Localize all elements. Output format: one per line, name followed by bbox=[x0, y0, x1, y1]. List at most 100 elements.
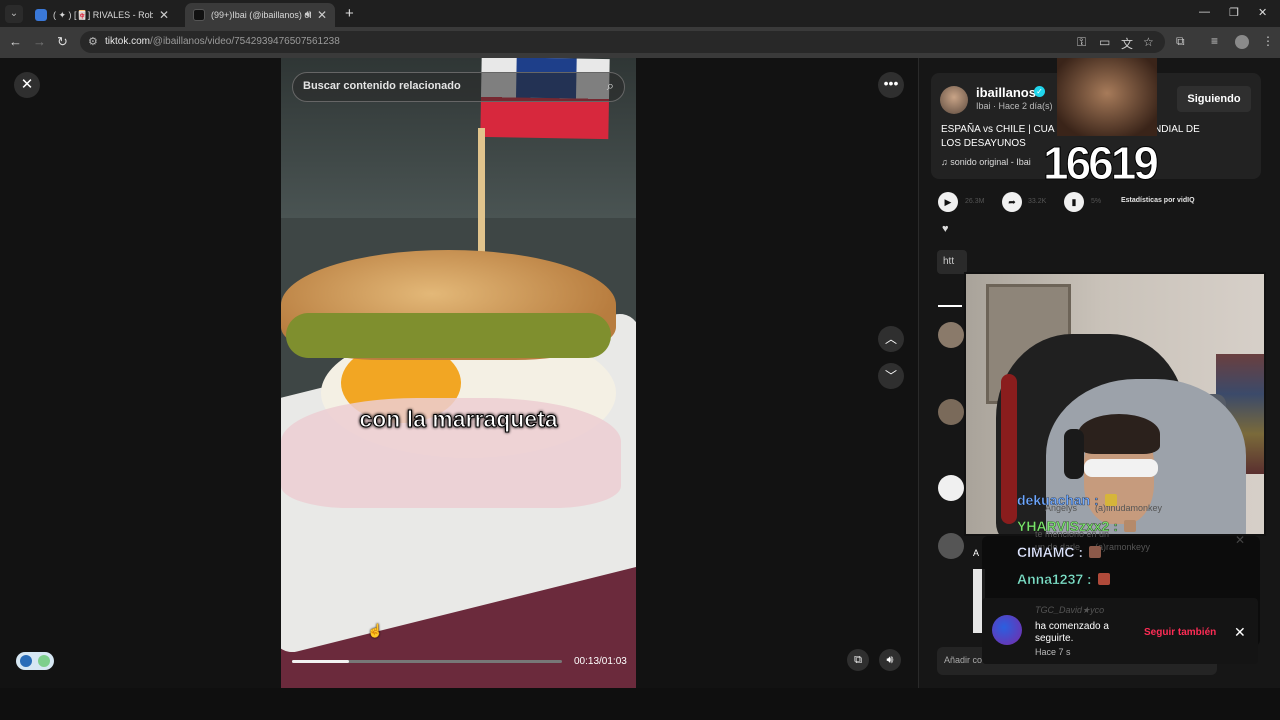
extension-badge[interactable] bbox=[16, 652, 54, 670]
bar-chart-icon[interactable]: ▮ bbox=[1064, 192, 1084, 212]
tiktok-favicon-icon bbox=[193, 9, 205, 21]
follow-back-button[interactable]: Seguir también bbox=[1144, 627, 1216, 638]
chat-message: CIMAMC : bbox=[1017, 544, 1101, 560]
minimize-icon[interactable]: — bbox=[1199, 6, 1210, 18]
tab-roblox[interactable]: ( ✦ ) [🀄] RIVALES - Roblox ✕ bbox=[27, 3, 177, 27]
ghost-close-icon: ✕ bbox=[1235, 533, 1246, 547]
search-input[interactable]: Buscar contenido relacionado bbox=[303, 80, 461, 92]
roblox-favicon-icon bbox=[35, 9, 47, 21]
close-icon[interactable]: ✕ bbox=[14, 72, 40, 98]
chair-stripe bbox=[1001, 374, 1017, 524]
more-options-icon[interactable]: ••• bbox=[878, 72, 904, 98]
window-close-icon[interactable]: ✕ bbox=[1258, 6, 1267, 19]
url-text[interactable]: tiktok.com/@ibaillanos/video/75429394765… bbox=[105, 36, 340, 47]
creator-username[interactable]: ibaillanos bbox=[976, 85, 1036, 100]
comment-author[interactable]: A bbox=[973, 548, 979, 558]
close-tab-icon[interactable]: ✕ bbox=[317, 8, 327, 22]
post-description-line1: ESPAÑA vs CHILE | CUA bbox=[941, 124, 1055, 135]
following-button[interactable]: Siguiendo bbox=[1177, 86, 1251, 112]
emote-icon bbox=[1089, 546, 1101, 558]
video-player[interactable]: con la marraqueta bbox=[281, 58, 636, 688]
close-tab-icon[interactable]: ✕ bbox=[159, 8, 169, 22]
avocado-layer bbox=[286, 313, 611, 358]
chat-username: CIMAMC bbox=[1017, 544, 1075, 560]
address-bar[interactable]: ⚙ tiktok.com/@ibaillanos/video/754293947… bbox=[80, 31, 1165, 53]
volume-icon[interactable]: 🔊︎ bbox=[879, 649, 901, 671]
tab-title: ( ✦ ) [🀄] RIVALES - Roblox bbox=[53, 9, 153, 20]
new-tab-button[interactable]: + bbox=[345, 5, 354, 22]
shares-count: 33.2K bbox=[1028, 198, 1047, 205]
add-comment-input[interactable]: Añadir co bbox=[944, 655, 982, 665]
translate-icon[interactable]: 文 bbox=[1121, 35, 1133, 52]
video-caption: con la marraqueta bbox=[359, 406, 558, 433]
chat-username: YHARVISzxx2 bbox=[1017, 518, 1110, 534]
heart-icon[interactable]: ♥ bbox=[942, 223, 949, 235]
notification-ghost-user: TGC_David★yco bbox=[1035, 605, 1105, 615]
plays-count: 26.3M bbox=[965, 198, 985, 205]
reading-list-icon[interactable]: ≡ bbox=[1211, 34, 1218, 48]
comment-avatar[interactable] bbox=[938, 322, 964, 348]
streamer-hair bbox=[1078, 414, 1160, 454]
chat-username: dekuachan bbox=[1017, 492, 1091, 508]
restore-icon[interactable]: ❐ bbox=[1229, 6, 1239, 19]
comment-avatar[interactable] bbox=[938, 399, 964, 425]
previous-video-chevron-up-icon[interactable]: ︿ bbox=[878, 326, 904, 352]
next-video-chevron-down-icon[interactable]: ﹀ bbox=[878, 363, 904, 389]
creator-subline: Ibai · Hace 2 día(s) bbox=[976, 101, 1053, 111]
stat-percent: 5% bbox=[1091, 198, 1102, 205]
toothpick bbox=[478, 128, 485, 268]
meme-face-overlay bbox=[1057, 58, 1157, 136]
progress-fill bbox=[292, 660, 349, 663]
comment-avatar[interactable] bbox=[938, 533, 964, 559]
emote-icon bbox=[1123, 520, 1136, 532]
notification-time: Hace 7 s bbox=[1035, 647, 1071, 657]
chat-message: Anna1237 : bbox=[1017, 571, 1110, 587]
stats-label: Estadísticas por vidIQ bbox=[1121, 197, 1195, 204]
menu-icon[interactable]: ⋮ bbox=[1262, 34, 1274, 48]
bookmark-star-icon[interactable]: ☆ bbox=[1143, 35, 1154, 49]
share-icon[interactable]: ➦ bbox=[1002, 192, 1022, 212]
speaker-icon[interactable]: 🔊︎ bbox=[305, 9, 311, 20]
video-progress-bar[interactable] bbox=[292, 660, 562, 663]
notification-close-icon[interactable]: ✕ bbox=[1234, 624, 1246, 641]
headset-icon bbox=[1064, 429, 1084, 479]
chat-ghost-text: (a)ramonkeyy bbox=[1095, 542, 1151, 552]
floating-player-icon[interactable]: ⧉ bbox=[847, 649, 869, 671]
password-key-icon[interactable]: ⚿ bbox=[1077, 35, 1086, 50]
music-label[interactable]: ♫ sonido original - Ibai bbox=[941, 157, 1031, 167]
forward-icon[interactable]: → bbox=[33, 34, 46, 49]
emote-icon bbox=[1104, 494, 1117, 506]
video-timecode: 00:13/01:03 bbox=[574, 656, 627, 667]
emote-icon bbox=[1097, 573, 1110, 585]
tab-title: (99+)Ibai (@ibaillanos) oficial bbox=[211, 10, 311, 20]
follower-avatar[interactable] bbox=[992, 615, 1022, 645]
extension-icon bbox=[20, 655, 32, 667]
post-description-line2: LOS DESAYUNOS bbox=[941, 138, 1026, 149]
search-icon[interactable]: ⌕ bbox=[607, 78, 614, 94]
meme-counter: 16619 bbox=[1043, 137, 1160, 190]
extension-status-icon bbox=[38, 655, 50, 667]
extensions-icon[interactable]: ⧉ bbox=[1176, 34, 1185, 49]
notification-text: ha comenzado a seguirte. bbox=[1035, 621, 1109, 644]
chat-message: dekuachan : bbox=[1017, 492, 1117, 508]
search-bar[interactable]: Buscar contenido relacionado ⌕ bbox=[292, 72, 625, 102]
play-icon[interactable]: ▶ bbox=[938, 192, 958, 212]
post-link[interactable]: htt bbox=[937, 250, 967, 274]
browser-tab-bar: ⌄ ( ✦ ) [🀄] RIVALES - Roblox ✕ (99+)Ibai… bbox=[0, 0, 1280, 27]
profile-avatar[interactable] bbox=[1235, 35, 1249, 49]
creator-avatar[interactable] bbox=[940, 86, 968, 114]
tab-search-button[interactable]: ⌄ bbox=[5, 5, 23, 23]
browser-toolbar: ← → ↻ ⚙ tiktok.com/@ibaillanos/video/754… bbox=[0, 27, 1280, 58]
reload-icon[interactable]: ↻ bbox=[57, 34, 68, 50]
comment-avatar[interactable] bbox=[938, 475, 964, 501]
bottom-strip bbox=[0, 688, 1280, 720]
chat-message: YHARVISzxx2 : bbox=[1017, 518, 1136, 534]
chat-username: Anna1237 bbox=[1017, 571, 1084, 587]
tab-tiktok[interactable]: (99+)Ibai (@ibaillanos) oficial 🔊︎ ✕ bbox=[185, 3, 335, 27]
back-icon[interactable]: ← bbox=[9, 34, 22, 49]
verified-badge-icon: ✓ bbox=[1034, 86, 1045, 97]
site-info-icon[interactable]: ⚙ bbox=[88, 35, 98, 48]
streamer-glasses bbox=[1084, 459, 1158, 477]
cast-icon[interactable]: ▭ bbox=[1099, 35, 1110, 49]
comments-tab-indicator bbox=[938, 305, 962, 307]
